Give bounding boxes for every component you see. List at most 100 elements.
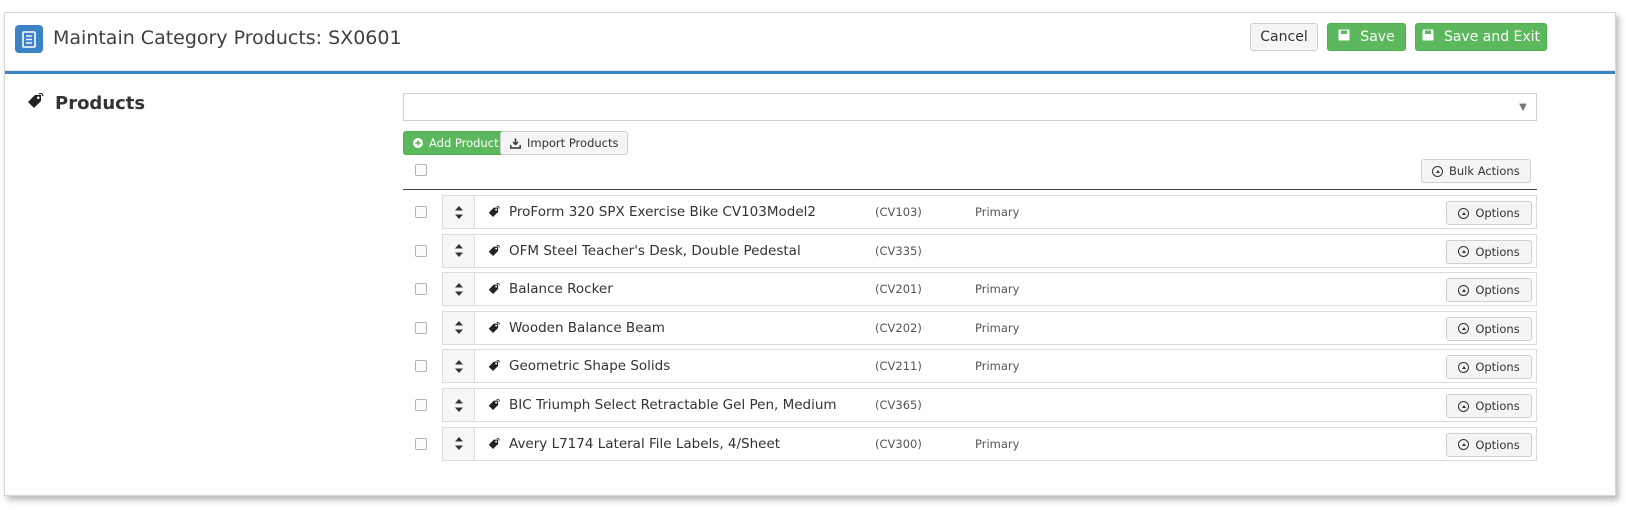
save-button[interactable]: Save (1327, 23, 1406, 51)
import-products-button[interactable]: Import Products (500, 131, 629, 155)
product-code: (CV202) (875, 320, 922, 335)
options-button[interactable]: Options (1446, 394, 1532, 418)
options-label: Options (1475, 244, 1520, 259)
drag-handle-icon[interactable] (443, 350, 475, 383)
save-and-exit-button[interactable]: Save and Exit (1415, 23, 1547, 51)
chevron-up-circle-icon (1458, 246, 1470, 258)
save-button-label: Save (1360, 29, 1395, 45)
options-label: Options (1475, 283, 1520, 298)
product-name-label: Balance Rocker (509, 281, 613, 298)
product-name: Geometric Shape Solids (488, 350, 670, 382)
options-label: Options (1475, 399, 1520, 413)
options-label: Options (1475, 437, 1520, 452)
options-button[interactable]: Options (1446, 239, 1532, 264)
save-icon (1338, 29, 1350, 45)
drag-handle-icon[interactable] (443, 196, 475, 228)
product-row: Wooden Balance Beam (CV202) Primary Options (442, 310, 1537, 345)
page-title: Maintain Category Products: SX0601 (53, 27, 402, 49)
section-title-label: Products (55, 93, 146, 114)
add-product-label: Add Product (429, 136, 499, 150)
options-label: Options (1475, 321, 1520, 336)
section-title: Products (27, 92, 146, 114)
product-row: Avery L7174 Lateral File Labels, 4/Sheet… (442, 426, 1537, 461)
row-checkbox[interactable] (415, 360, 427, 373)
row-checkbox[interactable] (415, 206, 427, 218)
options-label: Options (1475, 206, 1520, 220)
chevron-up-circle-icon (1458, 284, 1470, 296)
save-and-exit-button-label: Save and Exit (1443, 29, 1541, 45)
product-name: ProForm 320 SPX Exercise Bike CV103Model… (488, 196, 816, 228)
bulk-actions-button[interactable]: Bulk Actions (1421, 159, 1531, 183)
product-name: Wooden Balance Beam (488, 312, 665, 344)
product-code: (CV300) (875, 436, 922, 451)
drag-handle-icon[interactable] (443, 273, 475, 306)
chevron-up-circle-icon (1458, 361, 1470, 373)
row-checkbox[interactable] (415, 321, 427, 334)
product-code: (CV211) (875, 359, 922, 374)
tag-icon (27, 92, 45, 114)
drag-handle-icon[interactable] (443, 427, 475, 460)
options-label: Options (1475, 360, 1520, 375)
tag-icon (488, 399, 501, 411)
document-icon (15, 25, 43, 53)
row-checkbox[interactable] (415, 283, 427, 296)
product-status: Primary (975, 205, 1020, 219)
product-status: Primary (975, 320, 1020, 335)
options-button[interactable]: Options (1446, 432, 1532, 457)
chevron-down-icon[interactable]: ▼ (1510, 94, 1536, 120)
product-name-label: Avery L7174 Lateral File Labels, 4/Sheet (509, 435, 781, 452)
product-name-label: Geometric Shape Solids (509, 358, 671, 375)
cancel-button-label: Cancel (1260, 29, 1308, 45)
import-products-label: Import Products (527, 136, 619, 150)
drag-handle-icon[interactable] (443, 389, 475, 421)
product-status: Primary (975, 282, 1020, 297)
product-code: (CV103) (875, 205, 922, 219)
options-button[interactable]: Options (1446, 278, 1532, 303)
product-row: Geometric Shape Solids (CV211) Primary Opti… (442, 349, 1537, 384)
product-row: OFM Steel Teacher's Desk, Double Pedesta… (442, 233, 1537, 268)
product-row: Balance Rocker (CV201) Primary Options (442, 272, 1537, 307)
save-icon (1422, 29, 1434, 45)
product-code: (CV335) (875, 243, 922, 258)
chevron-up-circle-icon (1458, 400, 1470, 412)
tag-icon (488, 321, 501, 334)
bulk-actions-label: Bulk Actions (1449, 164, 1520, 178)
tag-icon (488, 244, 501, 257)
product-status: Primary (975, 359, 1020, 374)
tag-icon (488, 206, 501, 218)
product-name-label: ProForm 320 SPX Exercise Bike CV103Model… (509, 204, 816, 220)
product-name-label: OFM Steel Teacher's Desk, Double Pedesta… (509, 242, 801, 259)
product-search-select[interactable]: ▼ (403, 93, 1537, 121)
drag-handle-icon[interactable] (443, 234, 475, 267)
product-name-label: BIC Triumph Select Retractable Gel Pen, … (509, 397, 837, 413)
product-name: BIC Triumph Select Retractable Gel Pen, … (488, 389, 837, 421)
select-all-checkbox[interactable] (415, 164, 427, 176)
header-divider (5, 71, 1615, 74)
page-frame: Maintain Category Products: SX0601 Cance… (4, 12, 1616, 496)
list-divider (403, 189, 1537, 190)
row-checkbox[interactable] (415, 244, 427, 257)
drag-handle-icon[interactable] (443, 311, 475, 344)
tag-icon (488, 437, 501, 450)
product-name: Avery L7174 Lateral File Labels, 4/Sheet (488, 428, 780, 460)
tag-icon (488, 283, 501, 295)
row-checkbox[interactable] (415, 437, 427, 450)
add-product-button[interactable]: Add Product (403, 131, 509, 155)
chevron-up-circle-icon (1458, 207, 1470, 219)
options-button[interactable]: Options (1446, 316, 1532, 341)
product-code: (CV365) (875, 398, 922, 412)
page-header: Maintain Category Products: SX0601 Cance… (5, 13, 1615, 71)
options-button[interactable]: Options (1446, 355, 1532, 380)
chevron-up-circle-icon (1432, 165, 1443, 177)
product-code: (CV201) (875, 282, 922, 297)
download-icon (510, 138, 521, 149)
product-name: OFM Steel Teacher's Desk, Double Pedesta… (488, 235, 801, 267)
chevron-up-circle-icon (1458, 439, 1470, 451)
product-name-label: Wooden Balance Beam (509, 319, 665, 336)
product-name: Balance Rocker (488, 273, 613, 305)
product-row: ProForm 320 SPX Exercise Bike CV103Model… (442, 195, 1537, 229)
row-checkbox[interactable] (415, 399, 427, 411)
cancel-button[interactable]: Cancel (1250, 23, 1318, 51)
chevron-up-circle-icon (1458, 323, 1470, 335)
options-button[interactable]: Options (1446, 201, 1532, 225)
